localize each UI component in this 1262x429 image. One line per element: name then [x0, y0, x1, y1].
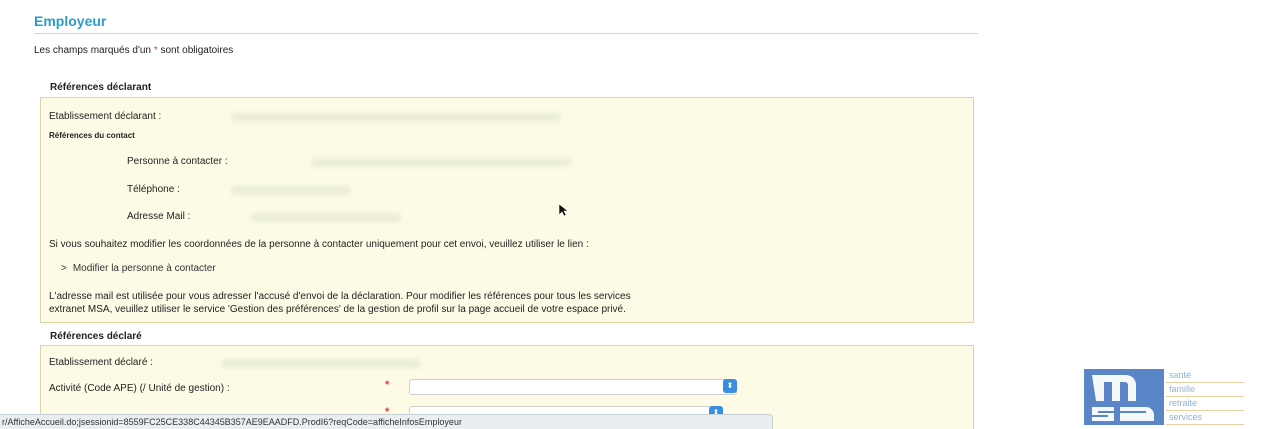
required-fields-note: Les champs marqués d'un * sont obligatoi…: [34, 45, 233, 56]
tagline-word: retraite: [1166, 397, 1244, 411]
tagline-word: services: [1166, 411, 1244, 425]
chevron-right-icon: >: [61, 263, 67, 274]
declarant-panel: Etablissement déclarant : Références du …: [40, 97, 974, 323]
modify-contact-info: Si vous souhaitez modifier les coordonné…: [49, 239, 589, 250]
activite-required-star: *: [385, 379, 390, 391]
contact-references-title: Références du contact: [49, 131, 135, 140]
mail-note-line-1: L'adresse mail est utilisée pour vous ad…: [49, 291, 631, 302]
browser-status-bar: r/AfficheAccueil.do;jsessionid=8559FC25C…: [0, 414, 773, 429]
msa-tagline: santé famille retraite services: [1166, 369, 1244, 425]
msa-logo: msa: [1084, 369, 1164, 425]
tagline-word: famille: [1166, 383, 1244, 397]
etablissement-declarant-label: Etablissement déclarant :: [49, 111, 162, 122]
dropdown-arrow-icon[interactable]: ⬍: [723, 379, 737, 393]
tagline-word: santé: [1166, 369, 1244, 383]
etablissement-declarant-value: [231, 113, 561, 122]
etablissement-declare-value: [221, 359, 421, 368]
email-value: [251, 213, 401, 222]
section-title-declarant: Références déclarant: [50, 82, 152, 93]
required-note-text-end: sont obligatoires: [157, 45, 234, 56]
section-title-declare: Références déclaré: [50, 331, 142, 342]
email-label: Adresse Mail :: [127, 211, 191, 222]
modify-contact-link[interactable]: Modifier la personne à contacter: [73, 263, 216, 274]
required-note-text: Les champs marqués d'un: [34, 45, 154, 56]
personne-contact-value: [311, 158, 571, 167]
etablissement-declare-label: Etablissement déclaré :: [49, 357, 153, 368]
activite-label: Activité (Code APE) (/ Unité de gestion)…: [49, 383, 230, 394]
telephone-label: Téléphone :: [127, 184, 180, 195]
title-divider: [34, 33, 978, 34]
modify-contact-link-row[interactable]: > Modifier la personne à contacter: [61, 263, 216, 274]
personne-contact-label: Personne à contacter :: [127, 156, 228, 167]
page-title: Employeur: [34, 13, 107, 29]
activite-select[interactable]: ⬍: [409, 379, 737, 395]
mouse-cursor-icon: [558, 203, 568, 217]
telephone-value: [231, 186, 351, 195]
mail-note-line-2: extranet MSA, veuillez utiliser le servi…: [49, 304, 626, 315]
